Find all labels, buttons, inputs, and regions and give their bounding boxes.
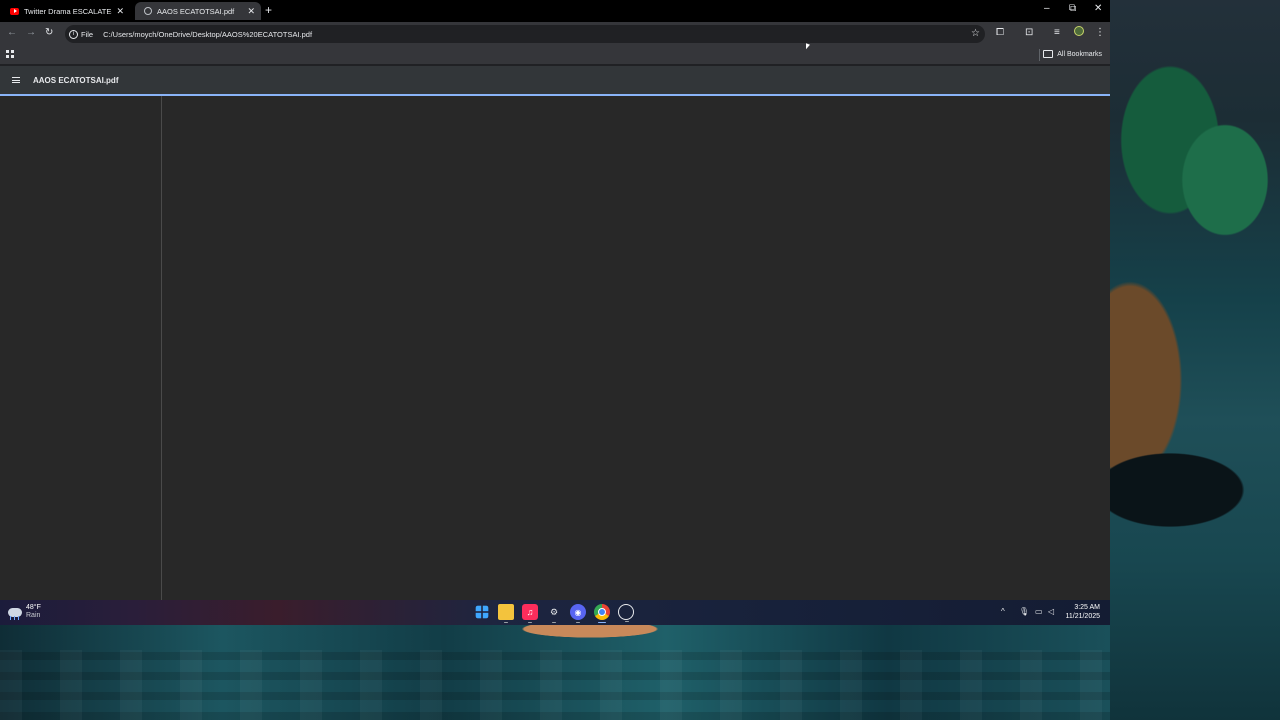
- scheme-label: File: [81, 29, 94, 39]
- file-explorer-icon[interactable]: [498, 604, 514, 623]
- microphone-icon[interactable]: 🎙: [1019, 607, 1029, 616]
- pdf-title: AAOS ECATOTSAI.pdf: [33, 76, 119, 85]
- bookmarks-bar: All Bookmarks: [0, 46, 1110, 64]
- windows-start-icon[interactable]: [475, 605, 489, 619]
- bookmark-star-icon[interactable]: ☆: [971, 28, 980, 39]
- tab-title: Twitter Drama ESCALATES Into: [24, 6, 113, 16]
- info-icon[interactable]: i: [69, 29, 78, 39]
- all-bookmarks-button[interactable]: All Bookmarks: [1043, 50, 1102, 58]
- mouse-cursor: [806, 43, 810, 51]
- minimize-icon[interactable]: –: [1044, 3, 1050, 14]
- clock-date: 11/21/2025: [1065, 612, 1100, 620]
- hamburger-menu-icon[interactable]: [12, 77, 20, 83]
- profile-avatar[interactable]: [1074, 26, 1084, 36]
- menu-dots-icon[interactable]: ⋮: [1095, 27, 1105, 38]
- tab-youtube[interactable]: Twitter Drama ESCALATES Into ✕: [2, 2, 130, 20]
- show-hidden-icons-icon[interactable]: ^: [1001, 607, 1005, 616]
- reload-icon[interactable]: ↻: [45, 27, 53, 38]
- weather-widget[interactable]: 48°F Rain: [8, 604, 41, 620]
- close-tab-icon[interactable]: ✕: [116, 6, 124, 17]
- address-bar[interactable]: i File C:/Users/moych/OneDrive/Desktop/A…: [65, 25, 985, 43]
- back-icon[interactable]: ←: [7, 27, 17, 38]
- apps-grid-icon[interactable]: [6, 50, 14, 58]
- globe-icon: [143, 7, 152, 16]
- restore-icon[interactable]: ⧉: [1069, 3, 1076, 14]
- close-window-icon[interactable]: ✕: [1094, 3, 1102, 14]
- youtube-icon: [10, 7, 19, 16]
- steam-icon[interactable]: ⚙: [546, 604, 562, 623]
- browser-window: Twitter Drama ESCALATES Into ✕ AAOS ECAT…: [0, 0, 1110, 600]
- app-icon[interactable]: [618, 604, 634, 622]
- taskbar: 48°F Rain ♫ ⚙ ◉ ^ 🎙 ▭ ◁ 3:25 AM 11/21/20…: [0, 600, 1110, 625]
- forward-icon[interactable]: →: [26, 27, 36, 38]
- close-tab-icon[interactable]: ✕: [247, 6, 255, 17]
- network-icon[interactable]: ▭: [1035, 607, 1043, 616]
- weather-temp: 48°F: [26, 604, 41, 611]
- all-bookmarks-label: All Bookmarks: [1057, 50, 1102, 58]
- new-tab-button[interactable]: +: [265, 3, 272, 17]
- pdf-thumbnail-pane[interactable]: [0, 96, 162, 600]
- pdf-toolbar: AAOS ECATOTSAI.pdf: [0, 66, 1110, 96]
- tab-pdf[interactable]: AAOS ECATOTSAI.pdf ✕: [135, 2, 261, 20]
- itunes-icon[interactable]: ♫: [522, 604, 538, 623]
- chrome-icon[interactable]: [594, 604, 610, 623]
- cast-icon[interactable]: ⊡: [1025, 27, 1033, 38]
- extensions-icon[interactable]: ⧠: [996, 27, 1004, 38]
- media-controls-icon[interactable]: ≡: [1054, 27, 1060, 38]
- bookmarks-separator: [1039, 49, 1040, 61]
- tab-strip: Twitter Drama ESCALATES Into ✕ AAOS ECAT…: [0, 0, 1110, 22]
- discord-icon[interactable]: ◉: [570, 604, 586, 623]
- browser-toolbar: ← → ↻ i File C:/Users/moych/OneDrive/Des…: [0, 22, 1110, 46]
- tab-title: AAOS ECATOTSAI.pdf: [157, 6, 235, 16]
- pdf-viewer[interactable]: [0, 96, 1110, 600]
- volume-icon[interactable]: ◁: [1048, 607, 1054, 616]
- clock-time: 3:25 AM: [1074, 604, 1100, 611]
- url-text[interactable]: C:/Users/moych/OneDrive/Desktop/AAOS%20E…: [103, 30, 312, 39]
- pinned-apps: ♫ ⚙ ◉: [474, 604, 642, 623]
- desktop-wallpaper-texture: [0, 650, 1110, 720]
- rain-cloud-icon: [8, 607, 22, 620]
- folder-icon: [1043, 50, 1054, 58]
- system-clock[interactable]: 3:25 AM 11/21/2025: [1065, 604, 1100, 621]
- weather-condition: Rain: [26, 612, 41, 619]
